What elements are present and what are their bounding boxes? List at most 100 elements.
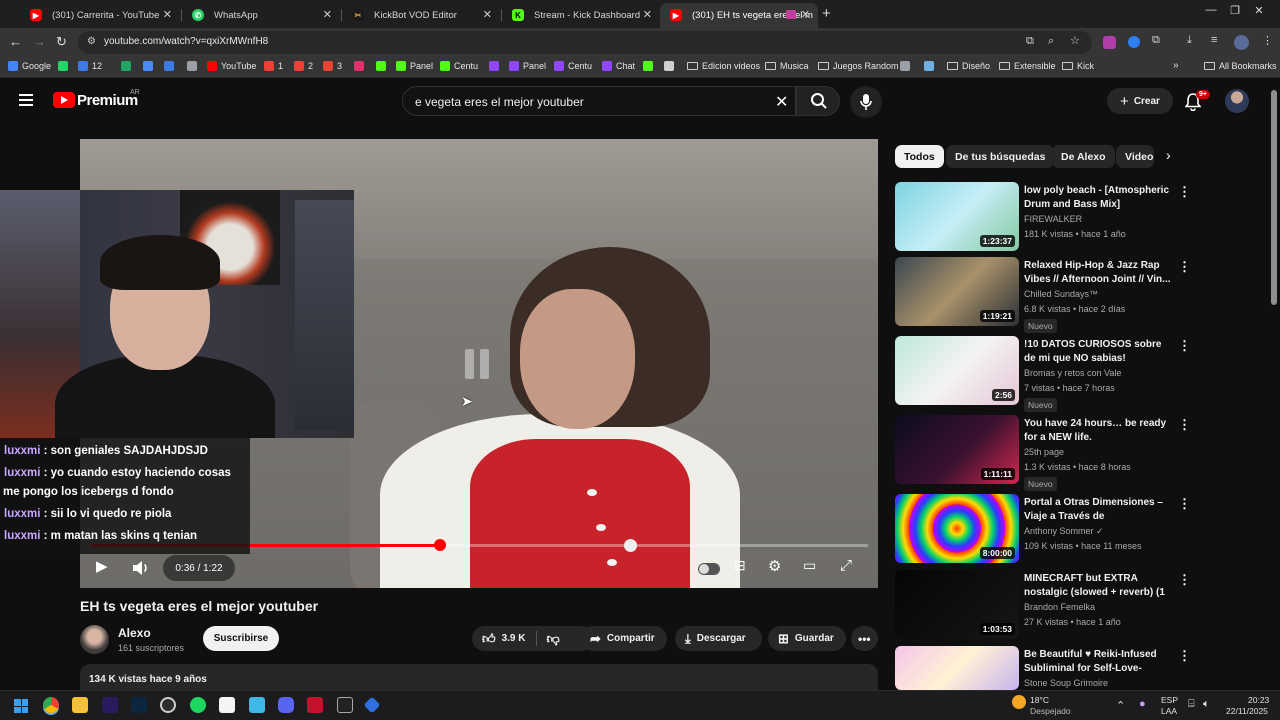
- volume-icon[interactable]: [131, 559, 151, 577]
- notion-icon[interactable]: [219, 697, 235, 713]
- chevron-right-icon[interactable]: ›: [1166, 147, 1171, 163]
- bookmark-item[interactable]: Chat: [602, 61, 635, 71]
- obs-icon[interactable]: [160, 697, 176, 713]
- back-icon[interactable]: ←: [9, 34, 22, 49]
- tab-kick-dashboard[interactable]: K Stream - Kick Dashboard ✕: [502, 3, 660, 28]
- bookmarks-overflow-icon[interactable]: »: [1173, 60, 1179, 71]
- more-vert-icon[interactable]: ⋮: [1178, 648, 1191, 664]
- close-icon[interactable]: ✕: [643, 8, 652, 21]
- menu-icon[interactable]: [19, 94, 33, 106]
- close-icon[interactable]: ✕: [163, 8, 172, 21]
- close-icon[interactable]: ✕: [483, 8, 492, 21]
- bookmark-item[interactable]: [924, 61, 934, 71]
- play-icon[interactable]: ▶: [96, 557, 108, 575]
- more-vert-icon[interactable]: ⋮: [1178, 338, 1191, 354]
- recommendation-channel[interactable]: Anthony Sommer ✓: [1024, 526, 1104, 537]
- bookmark-item[interactable]: [376, 61, 386, 71]
- discord-icon[interactable]: [278, 697, 294, 713]
- profile-avatar[interactable]: [1234, 35, 1249, 50]
- tab-kickbot[interactable]: ✂ KickBot VOD Editor ✕: [342, 3, 500, 28]
- bookmark-item[interactable]: [121, 61, 131, 71]
- mic-icon[interactable]: ●: [1139, 698, 1146, 710]
- reload-icon[interactable]: ↻: [56, 34, 67, 50]
- share-button[interactable]: ➦ Compartir: [580, 626, 667, 651]
- language-top[interactable]: ESP: [1161, 695, 1178, 705]
- voice-search-button[interactable]: [850, 86, 882, 118]
- more-vert-icon[interactable]: ⋮: [1178, 496, 1191, 512]
- more-vert-icon[interactable]: ⋮: [1178, 572, 1191, 588]
- recommendation-item[interactable]: 1:19:21 Relaxed Hip-Hop & Jazz Rap Vibes …: [895, 257, 1195, 333]
- chip-from-channel[interactable]: De Alexo: [1052, 145, 1115, 168]
- more-vert-icon[interactable]: ⋮: [1178, 417, 1191, 433]
- bookmark-item[interactable]: 12: [78, 61, 102, 71]
- channel-avatar[interactable]: [80, 625, 109, 654]
- recommendation-channel[interactable]: 25th page: [1024, 447, 1064, 457]
- window-close-icon[interactable]: ✕: [1236, 4, 1280, 17]
- recommendation-thumbnail[interactable]: 1:19:21: [895, 257, 1019, 326]
- capcut-icon[interactable]: [337, 697, 353, 713]
- page-scrollbar[interactable]: [1271, 90, 1277, 305]
- recommendation-item[interactable]: 1:03:53 MINECRAFT but EXTRA nostalgic (sl…: [895, 570, 1195, 642]
- bookmark-item[interactable]: Diseño: [947, 61, 990, 71]
- language-bottom[interactable]: LAA: [1161, 706, 1177, 716]
- bookmark-item[interactable]: 2: [294, 61, 313, 71]
- recommendation-thumbnail[interactable]: 1:03:53: [895, 570, 1019, 639]
- chip-video[interactable]: Video: [1116, 145, 1154, 168]
- bookmark-item[interactable]: [187, 61, 197, 71]
- address-bar[interactable]: ⚙ youtube.com/watch?v=qxiXrMWnfH8 ⧉ ⌕ ☆: [78, 31, 1092, 54]
- bookmark-item[interactable]: Google: [8, 61, 51, 71]
- bookmark-item[interactable]: [643, 61, 653, 71]
- subtitles-icon[interactable]: ⊟: [734, 557, 746, 574]
- recommendation-title[interactable]: low poly beach - [Atmospheric Drum and B…: [1024, 184, 1174, 212]
- recommendation-thumbnail[interactable]: 8:00:00: [895, 494, 1019, 563]
- chrome-icon[interactable]: [43, 697, 59, 713]
- download-icon[interactable]: ⤓: [1187, 34, 1192, 47]
- download-button[interactable]: ⤓ Descargar: [675, 626, 762, 651]
- bookmark-item[interactable]: Musica: [765, 61, 809, 71]
- close-icon[interactable]: ✕: [323, 8, 332, 21]
- site-info-icon[interactable]: ⚙: [87, 36, 96, 47]
- app-icon-blue[interactable]: [363, 696, 381, 714]
- all-bookmarks[interactable]: All Bookmarks: [1204, 61, 1277, 71]
- zoom-icon[interactable]: ⌕: [1048, 35, 1054, 48]
- file-explorer-icon[interactable]: [72, 697, 88, 713]
- bookmark-item[interactable]: [664, 61, 674, 71]
- bookmark-item[interactable]: [489, 61, 499, 71]
- network-icon[interactable]: ⌸: [1188, 698, 1195, 711]
- extension-2-icon[interactable]: [1128, 36, 1140, 48]
- fullscreen-icon[interactable]: ⤢: [840, 557, 852, 574]
- recommendation-item[interactable]: 1:23:37 low poly beach - [Atmospheric Dru…: [895, 182, 1195, 254]
- recommendation-channel[interactable]: Stone Soup Grimoire: [1024, 678, 1108, 688]
- seek-handle[interactable]: [434, 539, 447, 551]
- chip-from-searches[interactable]: De tus búsquedas: [946, 145, 1055, 168]
- recommendation-thumbnail[interactable]: [895, 646, 1019, 690]
- more-vert-icon[interactable]: ⋮: [1178, 259, 1191, 275]
- clock-time[interactable]: 20:23: [1248, 695, 1269, 705]
- bookmark-item[interactable]: Edicion videos: [687, 61, 760, 71]
- recommendation-title[interactable]: MINECRAFT but EXTRA nostalgic (slowed + …: [1024, 572, 1174, 600]
- youtube-logo-icon[interactable]: [53, 92, 75, 108]
- account-avatar[interactable]: [1225, 89, 1249, 113]
- bookmark-item[interactable]: YouTube: [207, 61, 256, 71]
- notepad-icon[interactable]: [249, 697, 265, 713]
- extensions-icon[interactable]: ⧉: [1152, 34, 1160, 47]
- theater-mode-icon[interactable]: ▭: [803, 557, 816, 574]
- extension-1-icon[interactable]: [1103, 36, 1116, 49]
- tab-whatsapp[interactable]: ✆ WhatsApp ✕: [182, 3, 340, 28]
- spotify-icon[interactable]: [190, 697, 206, 713]
- bookmark-item[interactable]: Extensible: [999, 61, 1056, 71]
- bookmark-item[interactable]: 3: [323, 61, 342, 71]
- tab-youtube-carrerita[interactable]: ▶ (301) Carrerita - YouTube ✕: [20, 3, 180, 28]
- recommendation-item[interactable]: 2:56 !10 DATOS CURIOSOS sobre de mi que N…: [895, 336, 1195, 412]
- recommendation-item[interactable]: 1:11:11 You have 24 hours… be ready for a…: [895, 415, 1195, 491]
- more-actions-button[interactable]: •••: [851, 626, 878, 651]
- dislike-button[interactable]: 👎︎: [547, 631, 560, 647]
- install-app-icon[interactable]: ⧉: [1026, 35, 1034, 48]
- clear-icon[interactable]: ✕: [775, 92, 788, 112]
- bookmark-item[interactable]: [164, 61, 174, 71]
- bookmark-star-icon[interactable]: ☆: [1070, 34, 1080, 47]
- recommendation-channel[interactable]: Brandon Femelka: [1024, 602, 1095, 612]
- recommendation-channel[interactable]: Bromas y retos con Vale: [1024, 368, 1121, 378]
- bookmark-item[interactable]: [900, 61, 910, 71]
- bookmark-item[interactable]: Kick: [1062, 61, 1094, 71]
